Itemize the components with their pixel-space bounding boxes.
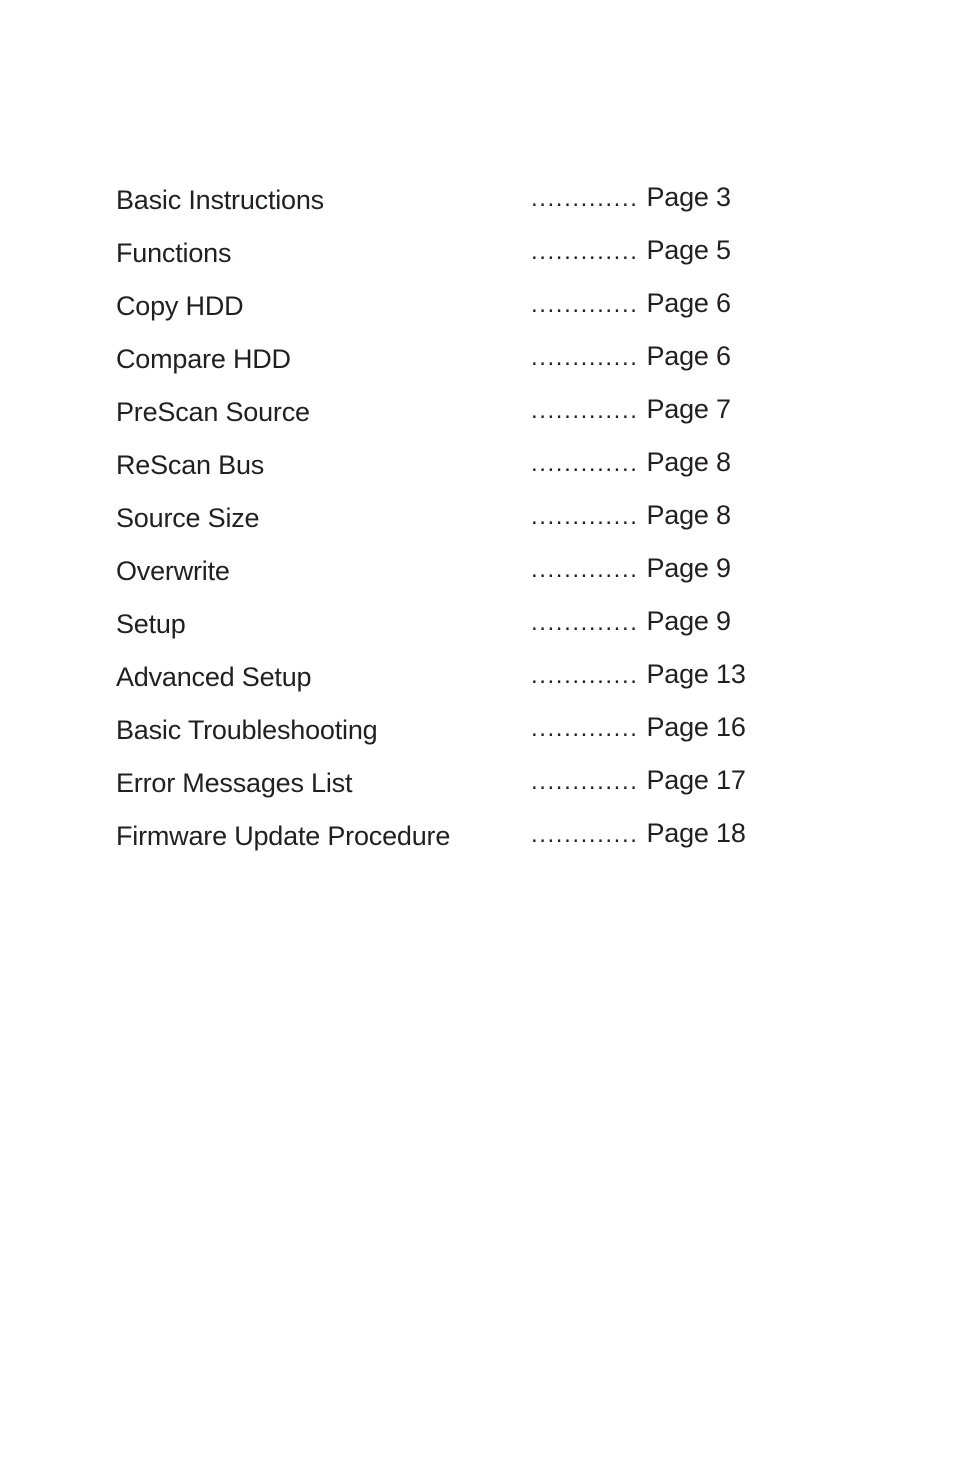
toc-entry-page: Page 16 [646,712,746,742]
toc-entry-page: Page 6 [646,341,731,371]
toc-entry-title: Setup [116,609,186,639]
toc-entry-page: Page 3 [646,182,731,212]
toc-entry-page: Page 13 [646,659,746,689]
toc-entry-page: Page 18 [646,818,746,848]
dot-leader: ............. [531,291,639,318]
toc-entry-title: Advanced Setup [116,662,312,692]
toc-entry-copy-hdd[interactable]: Copy HDD ............. Page 6 [116,288,836,341]
toc-entry-page: Page 5 [646,235,731,265]
dot-leader: ............. [531,609,639,636]
dot-leader: ............. [531,238,639,265]
toc-entry-page: Page 17 [646,765,746,795]
toc-entry-title: Basic Instructions [116,185,324,215]
toc-entry-page: Page 8 [646,447,731,477]
table-of-contents: Basic Instructions ............. Page 3 … [116,182,836,871]
toc-entry-title: Copy HDD [116,291,244,321]
toc-entry-source-size[interactable]: Source Size ............. Page 8 [116,500,836,553]
toc-entry-title: Functions [116,238,232,268]
toc-entry-firmware-update-procedure[interactable]: Firmware Update Procedure ............. … [116,818,836,871]
toc-entry-prescan-source[interactable]: PreScan Source ............. Page 7 [116,394,836,447]
dot-leader: ............. [531,397,639,424]
toc-entry-page: Page 9 [646,606,731,636]
dot-leader: ............. [531,768,639,795]
toc-entry-overwrite[interactable]: Overwrite ............. Page 9 [116,553,836,606]
dot-leader: ............. [531,450,639,477]
toc-entry-page: Page 7 [646,394,731,424]
dot-leader: ............. [531,715,639,742]
toc-entry-page: Page 6 [646,288,731,318]
toc-entry-title: ReScan Bus [116,450,265,480]
toc-entry-title: Compare HDD [116,344,291,374]
toc-entry-basic-troubleshooting[interactable]: Basic Troubleshooting ............. Page… [116,712,836,765]
toc-entry-title: Basic Troubleshooting [116,715,378,745]
toc-entry-setup[interactable]: Setup ............. Page 9 [116,606,836,659]
toc-entry-basic-instructions[interactable]: Basic Instructions ............. Page 3 [116,182,836,235]
toc-entry-advanced-setup[interactable]: Advanced Setup ............. Page 13 [116,659,836,712]
toc-entry-error-messages-list[interactable]: Error Messages List ............. Page 1… [116,765,836,818]
dot-leader: ............. [531,344,639,371]
toc-entry-page: Page 9 [646,553,731,583]
toc-entry-title: Error Messages List [116,768,353,798]
toc-entry-compare-hdd[interactable]: Compare HDD ............. Page 6 [116,341,836,394]
toc-entry-rescan-bus[interactable]: ReScan Bus ............. Page 8 [116,447,836,500]
dot-leader: ............. [531,503,639,530]
toc-entry-functions[interactable]: Functions ............. Page 5 [116,235,836,288]
toc-entry-title: Source Size [116,503,260,533]
dot-leader: ............. [531,662,639,689]
toc-entry-title: PreScan Source [116,397,310,427]
dot-leader: ............. [531,556,639,583]
dot-leader: ............. [531,821,639,848]
dot-leader: ............. [531,185,639,212]
toc-entry-title: Overwrite [116,556,230,586]
toc-entry-page: Page 8 [646,500,731,530]
toc-entry-title: Firmware Update Procedure [116,821,451,851]
